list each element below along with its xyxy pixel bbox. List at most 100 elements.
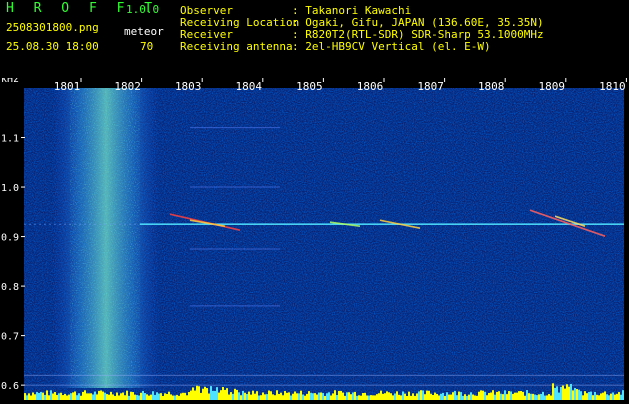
level-bar	[412, 393, 414, 400]
level-bar	[56, 394, 58, 400]
level-bar	[560, 386, 562, 400]
level-bar	[562, 385, 564, 400]
level-bar	[54, 391, 56, 400]
level-bar	[444, 395, 446, 400]
level-bar	[380, 390, 382, 400]
level-bar	[216, 387, 218, 400]
level-bar	[174, 395, 176, 400]
level-bar	[392, 395, 394, 400]
level-bar	[80, 395, 82, 400]
level-bar	[114, 395, 116, 400]
level-bar	[26, 395, 28, 400]
level-bar	[486, 395, 488, 400]
level-bar	[160, 393, 162, 400]
level-bar	[584, 391, 586, 400]
level-bar	[36, 392, 38, 400]
app-version: 1.0.0	[126, 3, 160, 16]
level-bar	[426, 390, 428, 400]
level-bar	[420, 390, 422, 400]
level-bar	[508, 391, 510, 400]
level-bar	[522, 391, 524, 400]
level-bar	[164, 393, 166, 400]
level-bar	[178, 395, 180, 400]
level-bar	[108, 394, 110, 400]
level-bar	[154, 395, 156, 400]
level-bar	[588, 391, 590, 400]
level-bar	[60, 392, 62, 400]
level-bar	[312, 393, 314, 400]
x-tick-label: 1809	[539, 80, 566, 93]
level-bar	[220, 390, 222, 400]
level-bar	[618, 392, 620, 400]
level-bar	[408, 391, 410, 400]
level-bar	[162, 395, 164, 400]
y-tick-label: 1.0	[1, 183, 19, 194]
level-bar	[512, 393, 514, 400]
level-bar	[330, 395, 332, 400]
level-bar	[42, 392, 44, 400]
x-tick-label: 1807	[417, 80, 444, 93]
level-bar	[386, 391, 388, 400]
level-bar	[608, 395, 610, 400]
level-bar	[622, 390, 624, 400]
level-bar	[116, 392, 118, 400]
level-bar	[46, 390, 48, 400]
level-bar	[278, 393, 280, 400]
info-antenna-value: : 2el-HB9CV Vertical (el. E-W)	[292, 40, 491, 53]
level-bar	[496, 391, 498, 400]
level-bar	[142, 390, 144, 400]
level-bar	[118, 395, 120, 400]
level-bar	[304, 395, 306, 400]
level-bar	[246, 393, 248, 400]
level-bar	[276, 390, 278, 400]
y-tick-label: 0.9	[1, 233, 19, 244]
level-bar	[268, 390, 270, 400]
level-bar	[516, 392, 518, 400]
level-bar	[518, 391, 520, 400]
level-bar	[152, 391, 154, 400]
level-bar	[94, 391, 96, 400]
level-bar	[252, 390, 254, 400]
level-bar	[372, 395, 374, 400]
level-bar	[236, 389, 238, 400]
level-bar	[538, 394, 540, 400]
level-bar	[326, 393, 328, 400]
x-tick-label: 1810	[599, 80, 626, 93]
level-bar	[498, 391, 500, 400]
level-bar	[448, 394, 450, 400]
level-bar	[148, 395, 150, 400]
level-bar	[124, 395, 126, 400]
level-bar	[468, 394, 470, 400]
level-bar	[434, 392, 436, 400]
date-time: 25.08.30 18:00	[6, 40, 99, 53]
level-bar	[66, 395, 68, 400]
level-bar	[228, 394, 230, 400]
level-bar	[506, 394, 508, 400]
level-bar	[78, 393, 80, 400]
level-bar	[582, 395, 584, 400]
level-bar	[186, 395, 188, 400]
level-bar	[606, 394, 608, 400]
level-bar	[224, 389, 226, 400]
waterfall-plot: 1801 1802 1803 1804 1805 1806 1807 1808 1809 1810…	[0, 74, 629, 400]
counter-value: 70	[140, 40, 154, 53]
level-bar	[136, 394, 138, 400]
level-bar	[532, 393, 534, 400]
level-bar	[580, 391, 582, 400]
level-bar	[464, 394, 466, 400]
level-bar	[422, 390, 424, 400]
level-bar	[388, 392, 390, 400]
level-bar	[482, 390, 484, 400]
level-bar	[184, 392, 186, 400]
level-bar	[358, 395, 360, 400]
level-bar	[274, 395, 276, 400]
y-tick-label: 0.7	[1, 332, 19, 343]
level-bar	[596, 394, 598, 400]
x-tick-label: 1804	[236, 80, 263, 93]
level-bar	[146, 394, 148, 400]
level-bar	[594, 391, 596, 400]
level-bar	[344, 395, 346, 400]
level-bar	[614, 394, 616, 400]
level-bar	[196, 385, 198, 400]
level-bar	[74, 391, 76, 400]
